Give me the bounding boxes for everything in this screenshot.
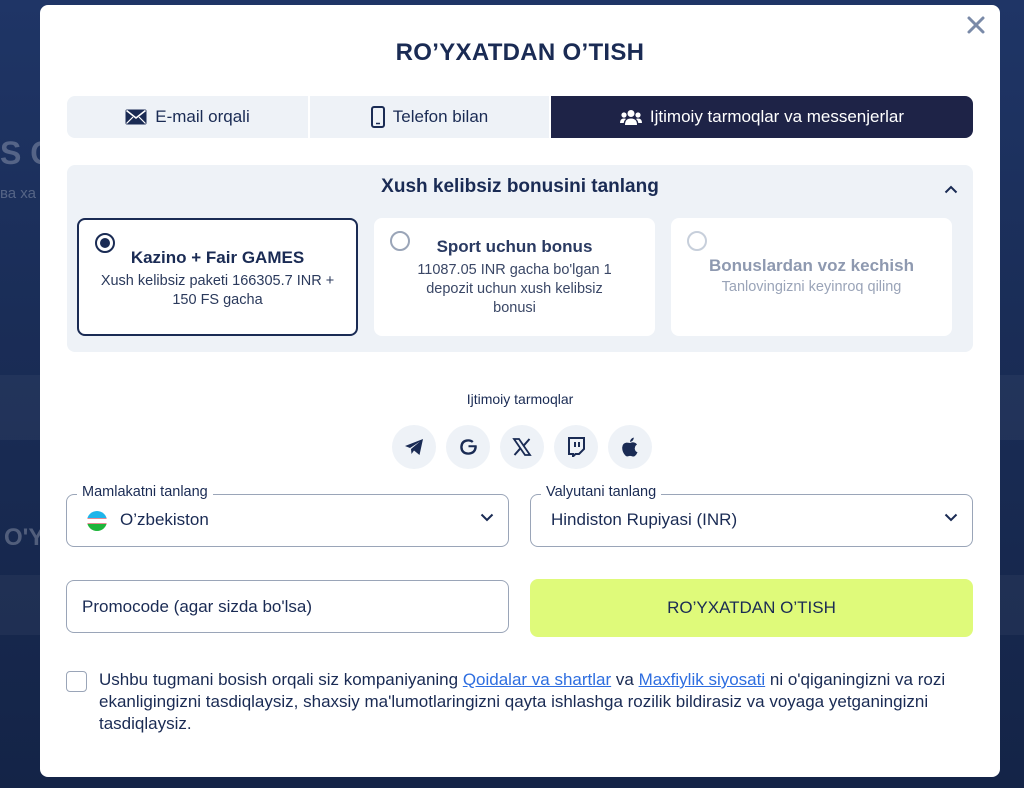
consent-text-before: Ushbu tugmani bosish orqali siz kompaniy… [99, 670, 463, 689]
tab-email-label: E-mail orqali [155, 107, 250, 126]
bonus-card-desc: 11087.05 INR gacha bo'lgan 1 depozit uch… [417, 262, 612, 316]
x-button[interactable] [500, 425, 544, 469]
google-icon [460, 439, 477, 455]
google-button[interactable] [446, 425, 490, 469]
bonus-card-desc: Tanlovingizni keyinroq qiling [721, 279, 902, 295]
social-label: Ijtimoiy tarmoqlar [466, 391, 574, 407]
currency-select[interactable]: Valyutani tanlang Hindiston Rupiyasi (IN… [530, 484, 973, 547]
consent-block: Ushbu tugmani bosish orqali siz kompaniy… [66, 669, 976, 735]
bonus-card-sport[interactable]: Sport uchun bonus 11087.05 INR gacha bo'… [374, 218, 655, 336]
registration-tabs: E-mail orqali Telefon bilan Ijtimoiy tar… [67, 96, 973, 138]
radio-unselected[interactable] [687, 231, 707, 251]
bonus-card-desc: Xush kelibsiz paketi 166305.7 INR + 150 … [100, 273, 335, 308]
close-icon [967, 16, 985, 34]
currency-value: Hindiston Rupiyasi (INR) [551, 510, 738, 529]
envelope-icon [125, 109, 147, 125]
radio-selected[interactable] [95, 233, 115, 253]
bonus-title: Xush kelibsiz bonusini tanlang [381, 176, 659, 197]
radio-unselected[interactable] [390, 231, 410, 251]
twitch-button[interactable] [554, 425, 598, 469]
register-button[interactable]: RO’YXATDAN O’TISH [530, 579, 973, 637]
bonus-card-decline[interactable]: Bonuslardan voz kechish Tanlovingizni ke… [671, 218, 952, 336]
consent-text-mid: va [611, 670, 639, 689]
telegram-button[interactable] [392, 425, 436, 469]
privacy-link[interactable]: Maxfiylik siyosati [639, 670, 766, 689]
apple-icon [622, 437, 638, 457]
close-button[interactable] [962, 11, 990, 39]
modal-title: RO’YXATDAN O’TISH [395, 39, 645, 66]
bonus-panel: Xush kelibsiz bonusini tanlang Kazino + … [67, 165, 973, 352]
background-text: O'Y [4, 524, 45, 551]
consent-text: Ushbu tugmani bosish orqali siz kompaniy… [99, 669, 976, 735]
chevron-down-icon [480, 513, 494, 522]
terms-link[interactable]: Qoidalar va shartlar [463, 670, 611, 689]
promocode-input[interactable] [66, 580, 509, 633]
bonus-card-title: Bonuslardan voz kechish [709, 256, 914, 275]
social-buttons [392, 425, 652, 469]
chevron-down-icon [944, 513, 958, 522]
background-text: ва ха [0, 185, 36, 202]
country-value: O’zbekiston [120, 510, 209, 529]
tab-email[interactable]: E-mail orqali [67, 96, 310, 138]
country-select[interactable]: Mamlakatni tanlang O’zbekiston [66, 484, 509, 547]
bonus-card-title: Kazino + Fair GAMES [130, 248, 305, 267]
currency-label: Valyutani tanlang [541, 484, 662, 500]
chevron-up-icon [944, 185, 958, 193]
tab-social[interactable]: Ijtimoiy tarmoqlar va messenjerlar [551, 96, 973, 138]
apple-button[interactable] [608, 425, 652, 469]
bonus-card-casino[interactable]: Kazino + Fair GAMES Xush kelibsiz paketi… [77, 218, 358, 336]
tab-phone[interactable]: Telefon bilan [310, 96, 551, 138]
registration-modal: RO’YXATDAN O’TISH E-mail orqali Telefon … [40, 5, 1000, 777]
users-icon [619, 109, 642, 125]
country-label: Mamlakatni tanlang [77, 484, 213, 500]
consent-checkbox[interactable] [66, 671, 87, 692]
tab-social-label: Ijtimoiy tarmoqlar va messenjerlar [649, 107, 905, 126]
x-icon [512, 438, 532, 456]
phone-icon [370, 106, 385, 128]
telegram-icon [405, 439, 423, 455]
collapse-button[interactable] [941, 179, 961, 199]
tab-phone-label: Telefon bilan [392, 107, 489, 126]
bonus-card-title: Sport uchun bonus [436, 237, 593, 256]
twitch-icon [568, 437, 585, 457]
uzbekistan-flag-icon [87, 511, 107, 531]
